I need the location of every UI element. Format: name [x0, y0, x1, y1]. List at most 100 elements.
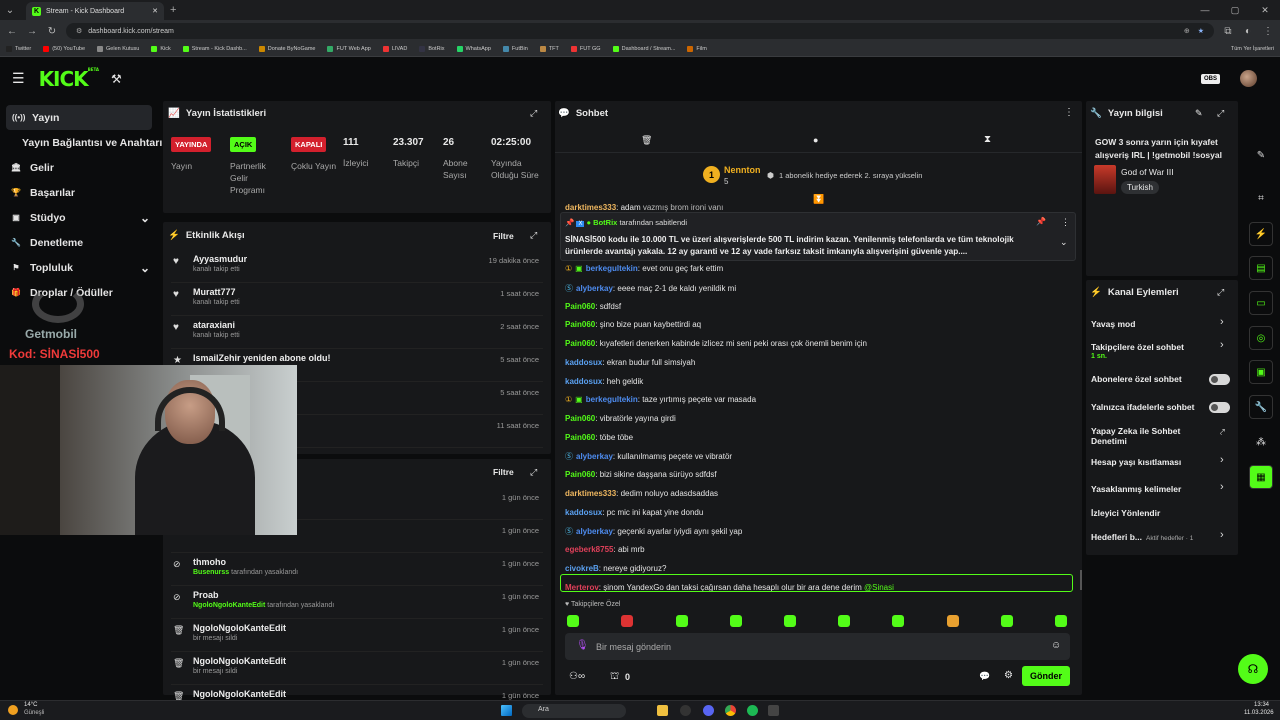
- chevron-right-icon[interactable]: ›: [1220, 316, 1224, 328]
- scroll-down-icon[interactable]: ⏬: [813, 194, 824, 205]
- chat-message[interactable]: Ⓢalyberkay: kullanılmamış peçete ve vibr…: [565, 451, 732, 462]
- emoji-picker-icon[interactable]: ☺: [1051, 640, 1061, 651]
- channel-action-row[interactable]: İzleyici Yönlendir: [1091, 508, 1206, 518]
- zoom-icon[interactable]: ⊕: [1184, 27, 1190, 35]
- url-field[interactable]: ⚙ dashboard.kick.com/stream ⊕ ★: [66, 23, 1214, 39]
- sidebar-item-1[interactable]: ((•)) Yayın: [6, 105, 152, 130]
- share-icon[interactable]: ⁂: [1249, 430, 1273, 454]
- sidebar-item-2[interactable]: Yayın Bağlantısı ve Anahtarı: [0, 130, 162, 155]
- close-tab-icon[interactable]: ✕: [152, 7, 158, 15]
- channel-action-row[interactable]: Hesap yaşı kısıtlaması: [1091, 457, 1206, 467]
- chat-username[interactable]: Pain060: [565, 302, 595, 311]
- support-chat-button[interactable]: ☊: [1238, 654, 1268, 684]
- bookmark-item[interactable]: LIVAD: [382, 46, 407, 52]
- bag-icon[interactable]: ▣: [1249, 360, 1273, 384]
- modlog-row[interactable]: ⊘ Proab NgoloNgoloKanteEdit tarafından yas…: [171, 586, 543, 619]
- chat-username[interactable]: Pain060: [565, 470, 595, 479]
- bookmark-item[interactable]: WhatsApp: [456, 46, 491, 52]
- start-icon[interactable]: [501, 705, 512, 716]
- new-tab-icon[interactable]: +: [170, 4, 176, 16]
- minimize-icon[interactable]: —: [1190, 5, 1220, 15]
- activity-row[interactable]: ♥ ataraxiani kanalı takip etti 2 saat önce: [171, 316, 543, 349]
- chat-username[interactable]: berkegultekin: [586, 395, 638, 404]
- chat-message[interactable]: civokreB: nereye gidiyoruz?: [565, 564, 666, 573]
- chat-username[interactable]: kaddosux: [565, 377, 602, 386]
- points-icon[interactable]: ⛫: [610, 671, 619, 684]
- modlog-row[interactable]: 🗑 NgoloNgoloKanteEdit bir mesajı sildi 1 gü…: [171, 619, 543, 652]
- chat-username[interactable]: kaddosux: [565, 508, 602, 517]
- emote-icon[interactable]: [784, 615, 796, 627]
- edit-icon[interactable]: ✎: [1249, 143, 1273, 167]
- chat-options-icon[interactable]: 💬: [979, 671, 990, 682]
- emote-icon[interactable]: [892, 615, 904, 627]
- chat-username[interactable]: Pain060: [565, 320, 595, 329]
- stream-status-icon[interactable]: OBS: [1200, 73, 1220, 84]
- more-icon[interactable]: ⋮: [1262, 26, 1274, 37]
- chrome-icon[interactable]: [725, 705, 736, 716]
- emote-icon[interactable]: [1001, 615, 1013, 627]
- chat-menu-icon[interactable]: ⋮: [1064, 107, 1074, 118]
- chat-username[interactable]: alyberkay: [576, 527, 613, 536]
- chat-message[interactable]: Pain060: sdfdsf: [565, 302, 621, 311]
- chat-message[interactable]: Pain060: şino bize puan kaybettirdi aq: [565, 320, 701, 329]
- reload-icon[interactable]: ↻: [46, 26, 58, 37]
- chat-message[interactable]: darktimes333: dedim noluyo adasdsaddas: [565, 489, 718, 498]
- kick-logo[interactable]: KICKBETA: [39, 67, 99, 91]
- chat-username[interactable]: berkegultekin: [586, 264, 638, 273]
- emote-icon[interactable]: [947, 615, 959, 627]
- chat-message[interactable]: Pain060: bizi sikine daşşana sürüyo sdfd…: [565, 470, 717, 479]
- chat-settings-icon[interactable]: ⚙: [1004, 670, 1013, 681]
- bookmark-item[interactable]: TFT: [539, 46, 559, 52]
- sidebar-item-3[interactable]: 🏛 Gelir: [0, 155, 160, 180]
- activity-filter-button[interactable]: Filtre: [493, 231, 514, 241]
- chat-message[interactable]: Ⓢalyberkay: geçenki ayarlar iyiydi aynı …: [565, 526, 742, 537]
- bolt-icon[interactable]: ⚡: [1249, 222, 1273, 246]
- expand-stats-icon[interactable]: ⤢: [530, 108, 537, 119]
- all-bookmarks-button[interactable]: Tüm Yer İşaretleri: [1231, 46, 1274, 52]
- expand-activity-icon[interactable]: ⤢: [530, 230, 537, 241]
- chat-username[interactable]: Pain060: [565, 414, 595, 423]
- bookmark-item[interactable]: FUT Web App: [327, 46, 371, 52]
- chat-username[interactable]: darktimes333: [565, 489, 616, 498]
- taskbar-search[interactable]: Ara: [522, 704, 626, 718]
- chat-clear-icon[interactable]: 🗑: [641, 135, 652, 146]
- forward-icon[interactable]: →: [26, 26, 38, 37]
- chat-message[interactable]: Pain060: kıyafetleri denerken kabinde iz…: [565, 339, 867, 348]
- chat-username[interactable]: Pain060: [565, 339, 595, 348]
- bookmark-item[interactable]: FUT GG: [570, 46, 601, 52]
- hourglass-icon[interactable]: ⧗: [984, 134, 991, 145]
- capture-icon[interactable]: ⌗: [1249, 186, 1273, 210]
- emote-icon[interactable]: [676, 615, 688, 627]
- channel-action-row[interactable]: Abonelere özel sohbet: [1091, 374, 1206, 384]
- emote-icon[interactable]: [1055, 615, 1067, 627]
- weather-icon[interactable]: [8, 705, 18, 715]
- sidebar-item-7[interactable]: ⚑ Topluluk ⌄: [0, 255, 160, 280]
- chat-message[interactable]: ① ▣ berkegultekin: evet onu geç fark ettim: [565, 264, 723, 273]
- edit-info-icon[interactable]: ✎: [1195, 108, 1203, 119]
- chat-bubble-icon[interactable]: ●: [813, 135, 818, 145]
- chat-icon[interactable]: ▭: [1249, 291, 1273, 315]
- chat-message[interactable]: egeberk8755: abi mrb: [565, 545, 645, 554]
- channel-action-row[interactable]: Hedefleri b... Aktif hedefler · 1: [1091, 532, 1206, 544]
- game-name[interactable]: God of War III: [1121, 167, 1174, 177]
- channel-action-row[interactable]: Yavaş mod: [1091, 319, 1206, 329]
- chat-username[interactable]: kaddosux: [565, 358, 602, 367]
- chevron-right-icon[interactable]: ›: [1220, 339, 1224, 351]
- top-gifter-name[interactable]: Nennton: [724, 165, 761, 175]
- modlog-row[interactable]: ⊘ thmoho Busenurss tarafından yasaklandı 1 …: [171, 553, 543, 586]
- browser-tab[interactable]: K Stream - Kick Dashboard ✕: [26, 2, 164, 20]
- tab-menu-icon[interactable]: ⌄: [4, 5, 16, 16]
- mic-icon[interactable]: 🎙: [576, 640, 589, 651]
- hammer-icon[interactable]: ⚒: [111, 72, 122, 86]
- activity-row[interactable]: ♥ Muratt777 kanalı takip etti 1 saat önce: [171, 283, 543, 316]
- emote-icon[interactable]: [838, 615, 850, 627]
- modlog-row[interactable]: 🗑 NgoloNgoloKanteEdit bir mesajı sildi 1 gü…: [171, 652, 543, 685]
- pinned-expand-icon[interactable]: ⌄: [1060, 237, 1068, 248]
- bookmark-item[interactable]: Twitter: [6, 46, 31, 52]
- chevron-right-icon[interactable]: ›: [1220, 529, 1224, 541]
- terminal-icon[interactable]: [768, 705, 779, 716]
- discord-icon[interactable]: [703, 705, 714, 716]
- chat-message[interactable]: ① ▣ berkegultekin: taze yırtımış peçete va…: [565, 395, 756, 404]
- spotify-icon[interactable]: [747, 705, 758, 716]
- chat-username[interactable]: egeberk8755: [565, 545, 613, 554]
